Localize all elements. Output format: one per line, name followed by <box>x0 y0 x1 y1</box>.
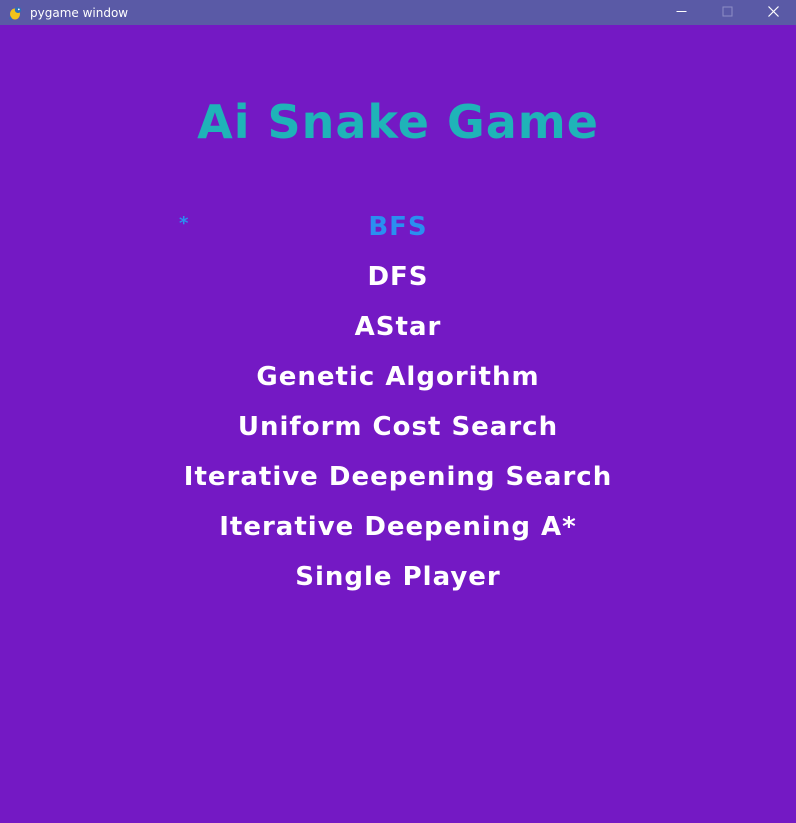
menu-item-dfs[interactable]: DFS <box>0 258 796 308</box>
algorithm-menu: BFS DFS AStar Genetic Algorithm Uniform … <box>0 208 796 608</box>
minimize-button[interactable] <box>658 0 704 22</box>
window-title: pygame window <box>30 5 129 20</box>
menu-item-single-player[interactable]: Single Player <box>0 558 796 608</box>
maximize-button[interactable] <box>704 0 750 22</box>
menu-item-iterative-deepening-search[interactable]: Iterative Deepening Search <box>0 458 796 508</box>
game-canvas[interactable]: Ai Snake Game * BFS DFS AStar Genetic Al… <box>0 25 796 823</box>
menu-item-iterative-deepening-astar[interactable]: Iterative Deepening A* <box>0 508 796 558</box>
menu-item-genetic-algorithm[interactable]: Genetic Algorithm <box>0 358 796 408</box>
menu-item-astar[interactable]: AStar <box>0 308 796 358</box>
menu-item-bfs[interactable]: BFS <box>0 208 796 258</box>
close-icon <box>767 5 779 17</box>
menu-item-uniform-cost-search[interactable]: Uniform Cost Search <box>0 408 796 458</box>
game-title: Ai Snake Game <box>197 95 599 149</box>
pygame-window: pygame window Ai Snake Game * BFS DFS AS… <box>0 0 796 823</box>
pygame-snake-icon <box>8 5 24 21</box>
window-titlebar[interactable]: pygame window <box>0 0 796 25</box>
close-button[interactable] <box>750 0 796 22</box>
maximize-icon <box>722 6 732 16</box>
minimize-icon <box>676 10 686 12</box>
window-controls <box>658 0 796 25</box>
